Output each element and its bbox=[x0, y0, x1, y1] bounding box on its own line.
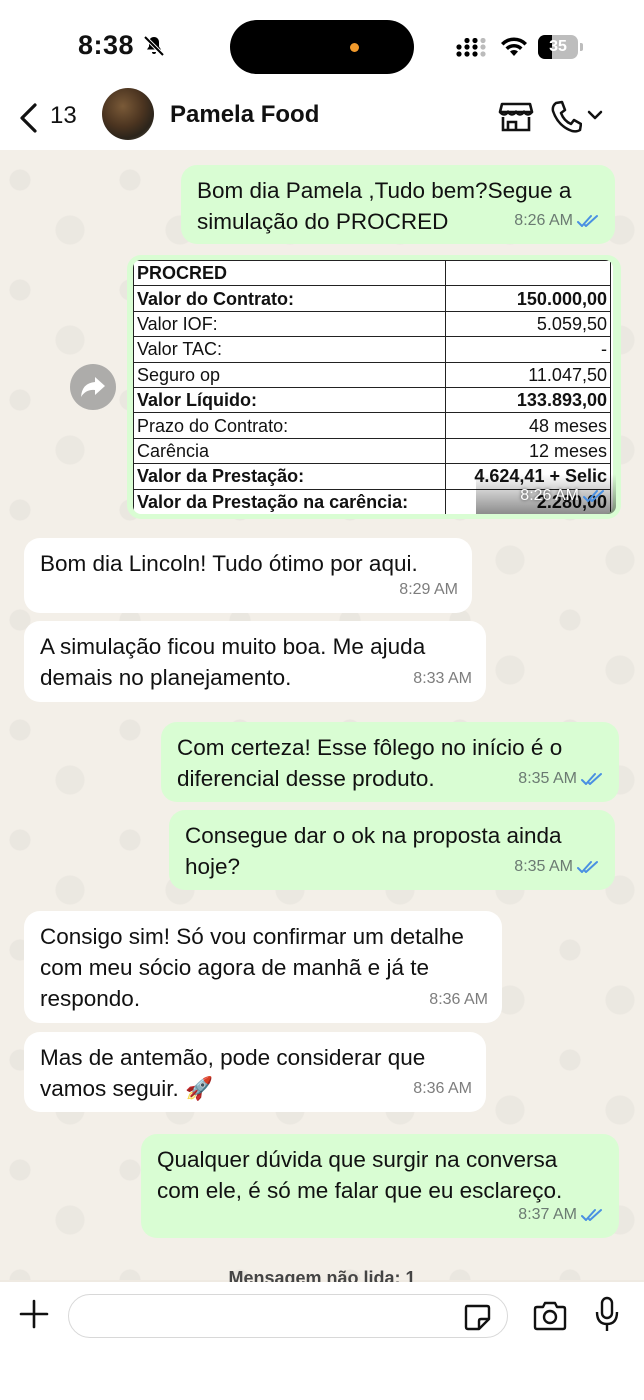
forward-icon bbox=[81, 377, 105, 397]
avatar[interactable] bbox=[102, 88, 154, 140]
message-bubble-outgoing[interactable]: Bom dia Pamela ,Tudo bem?Segue a simulaç… bbox=[181, 165, 615, 244]
table-cell-label: PROCRED bbox=[133, 260, 446, 287]
read-ticks-icon bbox=[581, 1208, 602, 1221]
message-time: 8:29 AM bbox=[399, 581, 458, 598]
table-cell-value bbox=[445, 260, 611, 287]
message-time: 8:37 AM bbox=[518, 1206, 577, 1223]
image-message[interactable]: PROCRED Valor do Contrato: 150.000,00 Valor… bbox=[127, 255, 621, 519]
message-time: 8:26 AM bbox=[520, 487, 579, 504]
table-cell-value: 11.047,50 bbox=[445, 361, 611, 388]
message-text: Mas de antemão, pode considerar que vamo… bbox=[40, 1045, 426, 1101]
table-row: PROCRED bbox=[133, 260, 611, 287]
store-icon[interactable] bbox=[498, 98, 534, 134]
table-cell-label: Carência bbox=[133, 437, 446, 465]
message-meta: 8:26 AM bbox=[520, 487, 607, 505]
read-ticks-icon bbox=[577, 860, 598, 873]
table-row: Prazo do Contrato: 48 meses bbox=[133, 412, 611, 439]
table-cell-value: 150.000,00 bbox=[445, 285, 611, 312]
contact-name[interactable]: Pamela Food bbox=[170, 101, 319, 129]
table-cell-label: Valor Líquido: bbox=[133, 386, 446, 414]
table-row: Valor Líquido: 133.893,00 bbox=[133, 386, 611, 414]
table-row: Valor IOF: 5.059,50 bbox=[133, 310, 611, 338]
message-text: Consigo sim! Só vou confirmar um detalhe… bbox=[40, 924, 464, 1011]
message-time: 8:35 AM bbox=[514, 858, 573, 875]
table-cell-value: 12 meses bbox=[445, 437, 611, 465]
message-text: Qualquer dúvida que surgir na conversa c… bbox=[157, 1147, 563, 1203]
table-cell-label: Valor do Contrato: bbox=[133, 285, 446, 312]
message-meta: 8:37 AM bbox=[518, 1199, 605, 1230]
message-time: 8:26 AM bbox=[514, 212, 573, 229]
table-cell-label: Seguro op bbox=[133, 361, 446, 388]
privacy-indicator bbox=[350, 43, 359, 52]
message-meta: 8:33 AM bbox=[413, 663, 472, 694]
read-ticks-icon bbox=[577, 214, 598, 227]
table-cell-label: Valor da Prestação: bbox=[133, 463, 446, 490]
read-ticks-icon bbox=[581, 772, 602, 785]
forward-button[interactable] bbox=[70, 364, 116, 410]
back-chevron-icon[interactable] bbox=[18, 102, 40, 134]
message-bubble-outgoing[interactable]: Consegue dar o ok na proposta ainda hoje… bbox=[169, 810, 615, 890]
bell-slash-icon bbox=[143, 35, 165, 57]
message-meta: 8:26 AM bbox=[514, 205, 601, 236]
table-cell-value: 133.893,00 bbox=[445, 386, 611, 414]
chevron-down-icon[interactable] bbox=[586, 108, 604, 122]
message-meta: 8:35 AM bbox=[514, 851, 601, 882]
message-input[interactable] bbox=[68, 1294, 508, 1338]
table-cell-label: Prazo do Contrato: bbox=[133, 412, 446, 439]
status-bar: 8:38 35 bbox=[0, 0, 644, 90]
message-meta: 8:36 AM bbox=[413, 1073, 472, 1104]
table-cell-value: 48 meses bbox=[445, 412, 611, 439]
message-meta: 8:35 AM bbox=[518, 763, 605, 794]
dynamic-island bbox=[230, 20, 414, 74]
message-text: Consegue dar o ok na proposta ainda hoje… bbox=[185, 823, 562, 879]
message-bubble-incoming[interactable]: Mas de antemão, pode considerar que vamo… bbox=[24, 1032, 486, 1112]
signal-icon bbox=[456, 38, 486, 57]
message-bubble-incoming[interactable]: A simulação ficou muito boa. Me ajuda de… bbox=[24, 621, 486, 702]
table-cell-label: Valor TAC: bbox=[133, 336, 446, 363]
camera-icon[interactable] bbox=[532, 1300, 568, 1332]
message-time: 8:33 AM bbox=[413, 670, 472, 687]
message-text: A simulação ficou muito boa. Me ajuda de… bbox=[40, 634, 426, 690]
message-bubble-incoming[interactable]: Consigo sim! Só vou confirmar um detalhe… bbox=[24, 911, 502, 1023]
message-text: Com certeza! Esse fôlego no início é o d… bbox=[177, 735, 563, 791]
table-row: Carência 12 meses bbox=[133, 437, 611, 465]
message-time: 8:36 AM bbox=[413, 1080, 472, 1097]
message-bubble-incoming[interactable]: Bom dia Lincoln! Tudo ótimo por aqui. 8:… bbox=[24, 538, 472, 613]
sticker-icon[interactable] bbox=[462, 1302, 492, 1332]
mic-icon[interactable] bbox=[594, 1296, 620, 1334]
table-row: Valor TAC: - bbox=[133, 336, 611, 363]
message-text: Bom dia Lincoln! Tudo ótimo por aqui. bbox=[40, 551, 418, 576]
table-row: Valor do Contrato: 150.000,00 bbox=[133, 285, 611, 312]
status-time: 8:38 bbox=[78, 30, 135, 60]
chat-header: 13 Pamela Food bbox=[0, 88, 644, 150]
battery-icon: 35 bbox=[538, 35, 584, 59]
message-time: 8:35 AM bbox=[518, 770, 577, 787]
message-bubble-outgoing[interactable]: Com certeza! Esse fôlego no início é o d… bbox=[161, 722, 619, 802]
table-cell-label: Valor da Prestação na carência: bbox=[133, 488, 446, 514]
table-cell-label: Valor IOF: bbox=[133, 310, 446, 338]
message-meta: 8:29 AM bbox=[399, 574, 458, 605]
message-meta: 8:36 AM bbox=[429, 984, 488, 1015]
read-ticks-icon bbox=[583, 490, 604, 502]
phone-icon[interactable] bbox=[550, 98, 582, 134]
message-composer bbox=[0, 1282, 644, 1400]
plus-icon[interactable] bbox=[18, 1298, 50, 1330]
unread-chats-count[interactable]: 13 bbox=[50, 102, 77, 130]
message-bubble-outgoing[interactable]: Qualquer dúvida que surgir na conversa c… bbox=[141, 1134, 619, 1238]
table-cell-value: - bbox=[445, 336, 611, 363]
table-cell-value: 5.059,50 bbox=[445, 310, 611, 338]
wifi-icon bbox=[501, 37, 527, 56]
table-row: Seguro op 11.047,50 bbox=[133, 361, 611, 388]
message-time: 8:36 AM bbox=[429, 991, 488, 1008]
battery-percent: 35 bbox=[549, 38, 567, 55]
